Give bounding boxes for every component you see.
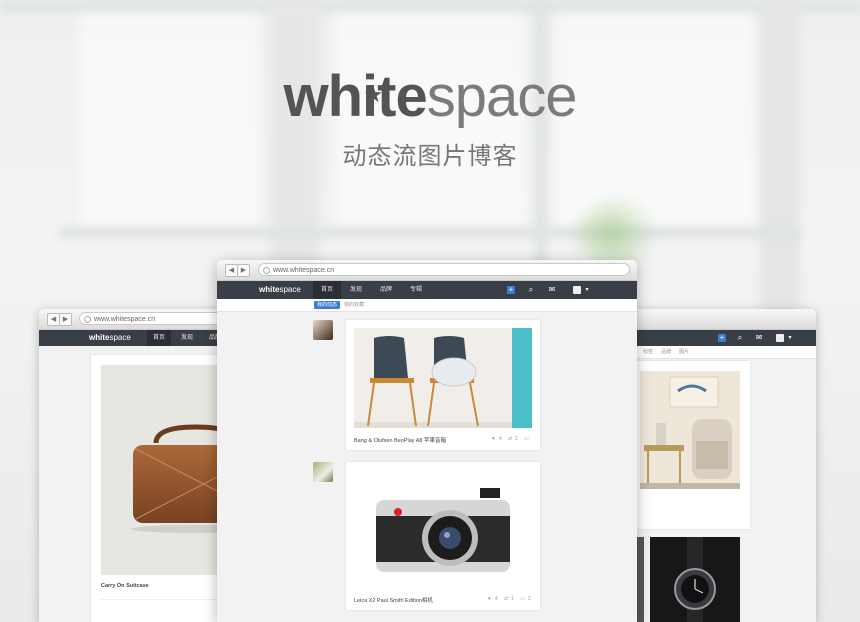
tab-discover[interactable]: 发现 [175, 330, 199, 346]
subtab-brand[interactable]: 品牌 [658, 348, 674, 356]
user-avatar[interactable] [313, 320, 333, 340]
comment-icon[interactable]: ▭ [520, 596, 525, 602]
chairs-speaker-image[interactable] [354, 328, 532, 428]
tab-discover[interactable]: 发现 [343, 281, 369, 299]
repost-icon[interactable]: ⇄ [508, 436, 512, 442]
search-icon[interactable]: ⌕ [736, 334, 744, 342]
subtab-tags[interactable]: 标签 [640, 348, 656, 356]
post-caption[interactable]: Bang & Olufsen BeoPlay A8 苹果音箱 [354, 436, 446, 444]
post-caption[interactable]: Carry On Suitcase [101, 583, 149, 589]
like-count: 4 [499, 436, 502, 442]
camera-image[interactable] [354, 470, 532, 588]
logo-light: space [426, 64, 578, 129]
subtab-my-feed[interactable]: 我的动态 [314, 301, 341, 309]
star-icon: ★ [363, 82, 383, 107]
address-bar[interactable]: www.whitespace.cn [258, 263, 630, 276]
post-caption[interactable]: Leica X2 Paul Smith Edition相机 [354, 596, 433, 604]
chevron-down-icon[interactable]: ▾ [786, 334, 794, 342]
repost-count: 2 [515, 436, 518, 442]
comment-icon[interactable]: ▭ [524, 436, 529, 442]
subtab-images[interactable]: 图片 [676, 348, 692, 356]
mail-icon[interactable]: ✉ [755, 334, 763, 342]
repost-count: 1 [511, 596, 514, 602]
watch-image [650, 537, 740, 622]
logo: ★ whitespace [283, 62, 578, 132]
top-nav: whitespace 首页 发现 品牌 专辑 + ⌕ ✉ ▾ [217, 281, 637, 299]
add-post-icon[interactable]: + [507, 286, 515, 294]
forward-button[interactable]: ▶ [237, 264, 250, 277]
interior-image[interactable] [640, 371, 740, 489]
sub-nav: 我的动态 我的收藏 [217, 299, 637, 312]
browser-chrome: ◀ ▶ www.whitespace.cn [217, 260, 637, 281]
mail-icon[interactable]: ✉ [548, 286, 556, 294]
avatar-menu-icon[interactable] [573, 286, 581, 294]
nav-logo[interactable]: whitespace [259, 285, 301, 294]
post-card[interactable]: Bang & Olufsen BeoPlay A8 苹果音箱 ♥ 4 ⇄ 2 ▭ [346, 320, 540, 450]
forward-button[interactable]: ▶ [59, 313, 72, 326]
tab-home[interactable]: 首页 [147, 330, 171, 346]
user-avatar[interactable] [313, 462, 333, 482]
nav-logo[interactable]: whitespace [89, 333, 131, 342]
post-card[interactable]: Leica X2 Paul Smith Edition相机 ♥ 4 ⇄ 1 ▭ … [346, 462, 540, 610]
like-icon[interactable]: ♥ [488, 596, 491, 602]
add-post-icon[interactable]: + [718, 334, 726, 342]
tagline: 动态流图片博客 [342, 143, 518, 170]
tab-brand[interactable]: 品牌 [373, 281, 399, 299]
like-count: 4 [495, 596, 498, 602]
brand-header: ★ whitespace 动态流图片博客 [0, 62, 860, 171]
subtab-my-favorites[interactable]: 我的收藏 [341, 301, 367, 309]
chevron-down-icon[interactable]: ▾ [583, 286, 591, 294]
tab-home[interactable]: 首页 [313, 281, 341, 299]
avatar-menu-icon[interactable] [776, 334, 784, 342]
post-image[interactable] [650, 537, 740, 622]
main-browser-window: ◀ ▶ www.whitespace.cn whitespace 首页 发现 品… [217, 260, 637, 622]
repost-icon[interactable]: ⇄ [504, 596, 508, 602]
search-icon[interactable]: ⌕ [527, 286, 535, 294]
tab-albums[interactable]: 专辑 [403, 281, 429, 299]
like-icon[interactable]: ♥ [492, 436, 495, 442]
post-card[interactable] [630, 361, 750, 529]
comment-count: 2 [528, 596, 531, 602]
logo-bold: white [283, 64, 427, 129]
